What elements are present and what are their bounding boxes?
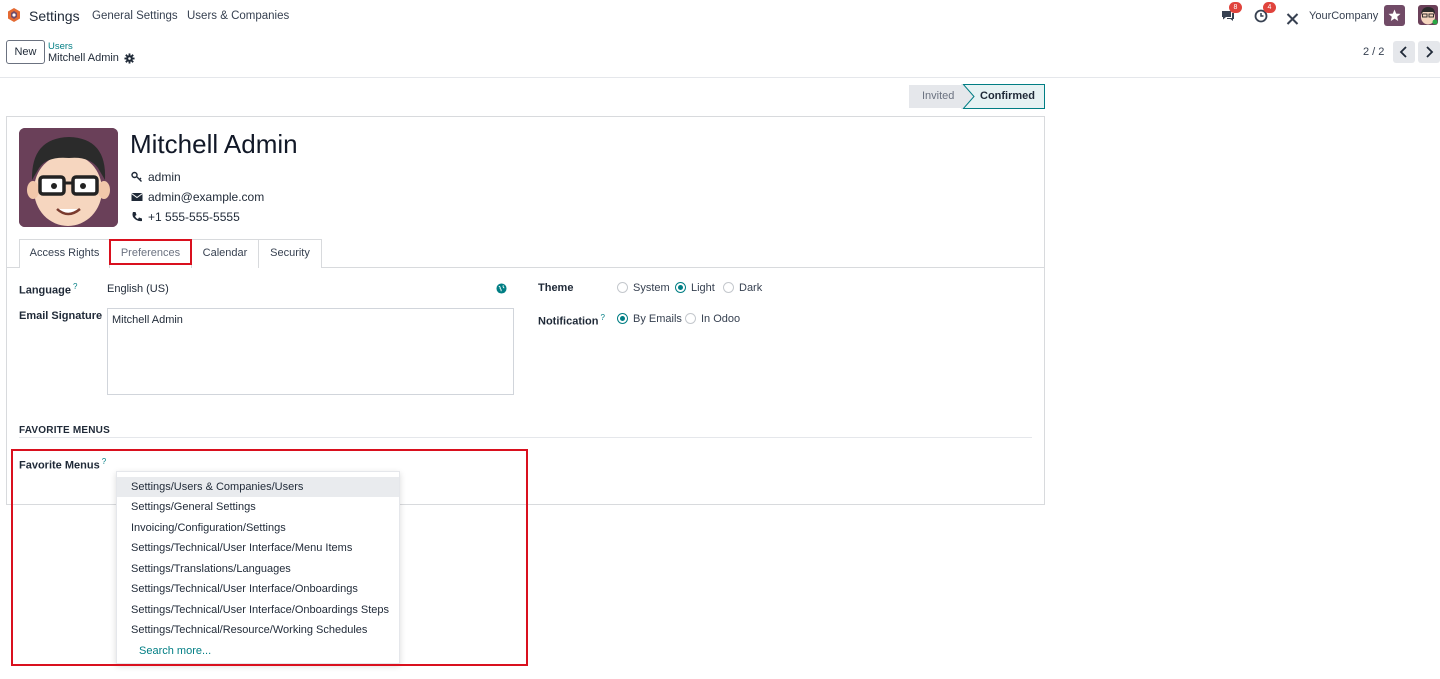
pager-value[interactable]: 2 / 2 — [1363, 46, 1384, 58]
menu-users-companies[interactable]: Users & Companies — [187, 10, 289, 22]
theme-light-label[interactable]: Light — [691, 282, 715, 294]
notification-emails-label[interactable]: By Emails — [633, 313, 682, 325]
theme-dark-radio[interactable] — [723, 282, 734, 293]
email-value[interactable]: admin@example.com — [148, 190, 264, 204]
status-invited[interactable]: Invited — [909, 85, 965, 108]
activities-button[interactable]: 4 — [1254, 2, 1276, 26]
preferences-tab-highlight — [109, 239, 192, 265]
language-label-text: Language — [19, 284, 71, 297]
notification-label-text: Notification — [538, 315, 599, 328]
login-value[interactable]: admin — [148, 170, 181, 184]
gear-icon[interactable] — [124, 53, 135, 64]
tab-security[interactable]: Security — [258, 239, 322, 268]
tab-access-rights[interactable]: Access Rights — [19, 239, 110, 268]
avatar-face-icon — [1418, 5, 1438, 25]
email-row: admin@example.com — [131, 190, 264, 204]
user-avatar-image-icon — [19, 128, 118, 227]
tools-icon[interactable] — [1286, 9, 1299, 29]
menu-general-settings[interactable]: General Settings — [92, 10, 178, 22]
theme-system-label[interactable]: System — [633, 282, 670, 294]
profile-photo[interactable] — [19, 128, 118, 227]
language-label: Language? — [19, 282, 77, 297]
new-button[interactable]: New — [6, 40, 45, 64]
chevron-right-icon — [1426, 46, 1434, 58]
phone-icon — [132, 212, 142, 222]
key-icon — [131, 171, 142, 182]
pager-previous-button[interactable] — [1393, 41, 1415, 63]
email-signature-input[interactable]: Mitchell Admin — [107, 308, 514, 395]
notification-help[interactable]: ? — [601, 313, 605, 322]
odoo-logo-icon[interactable] — [6, 7, 22, 23]
favorite-star-button[interactable] — [1384, 5, 1405, 26]
control-panel-divider — [0, 77, 1440, 78]
notification-odoo-label[interactable]: In Odoo — [701, 313, 740, 325]
user-name-field[interactable]: Mitchell Admin — [130, 129, 298, 160]
activities-badge: 4 — [1263, 2, 1276, 13]
tab-calendar[interactable]: Calendar — [191, 239, 259, 268]
phone-value[interactable]: +1 555-555-5555 — [148, 210, 240, 224]
breadcrumb-current: Mitchell Admin — [48, 52, 119, 64]
theme-light-radio[interactable] — [675, 282, 686, 293]
theme-dark-label[interactable]: Dark — [739, 282, 762, 294]
globe-icon[interactable] — [496, 283, 507, 294]
status-arrow-icon — [961, 84, 975, 109]
company-switcher[interactable]: YourCompany — [1309, 10, 1378, 22]
phone-row: +1 555-555-5555 — [131, 210, 240, 224]
app-name[interactable]: Settings — [29, 8, 80, 24]
language-help[interactable]: ? — [73, 282, 77, 291]
section-divider — [19, 437, 1032, 438]
status-confirmed[interactable]: Confirmed — [963, 84, 1045, 109]
star-icon — [1388, 9, 1401, 21]
login-row: admin — [131, 170, 181, 184]
top-navbar: Settings General Settings Users & Compan… — [0, 0, 1440, 32]
favorite-menus-highlight — [11, 449, 528, 666]
notification-odoo-radio[interactable] — [685, 313, 696, 324]
theme-system-radio[interactable] — [617, 282, 628, 293]
envelope-icon — [131, 193, 143, 201]
theme-label: Theme — [538, 282, 574, 294]
signature-label: Email Signature — [19, 310, 103, 322]
user-avatar[interactable] — [1418, 5, 1438, 25]
messages-button[interactable]: 8 — [1220, 2, 1242, 26]
messages-badge: 8 — [1229, 2, 1242, 13]
chevron-left-icon — [1399, 46, 1407, 58]
language-select[interactable]: English (US) — [107, 283, 169, 295]
breadcrumb-users[interactable]: Users — [48, 41, 73, 52]
notification-label: Notification? — [538, 313, 605, 328]
favorite-menus-section-title: FAVORITE MENUS — [19, 425, 110, 436]
notification-emails-radio[interactable] — [617, 313, 628, 324]
pager-next-button[interactable] — [1418, 41, 1440, 63]
